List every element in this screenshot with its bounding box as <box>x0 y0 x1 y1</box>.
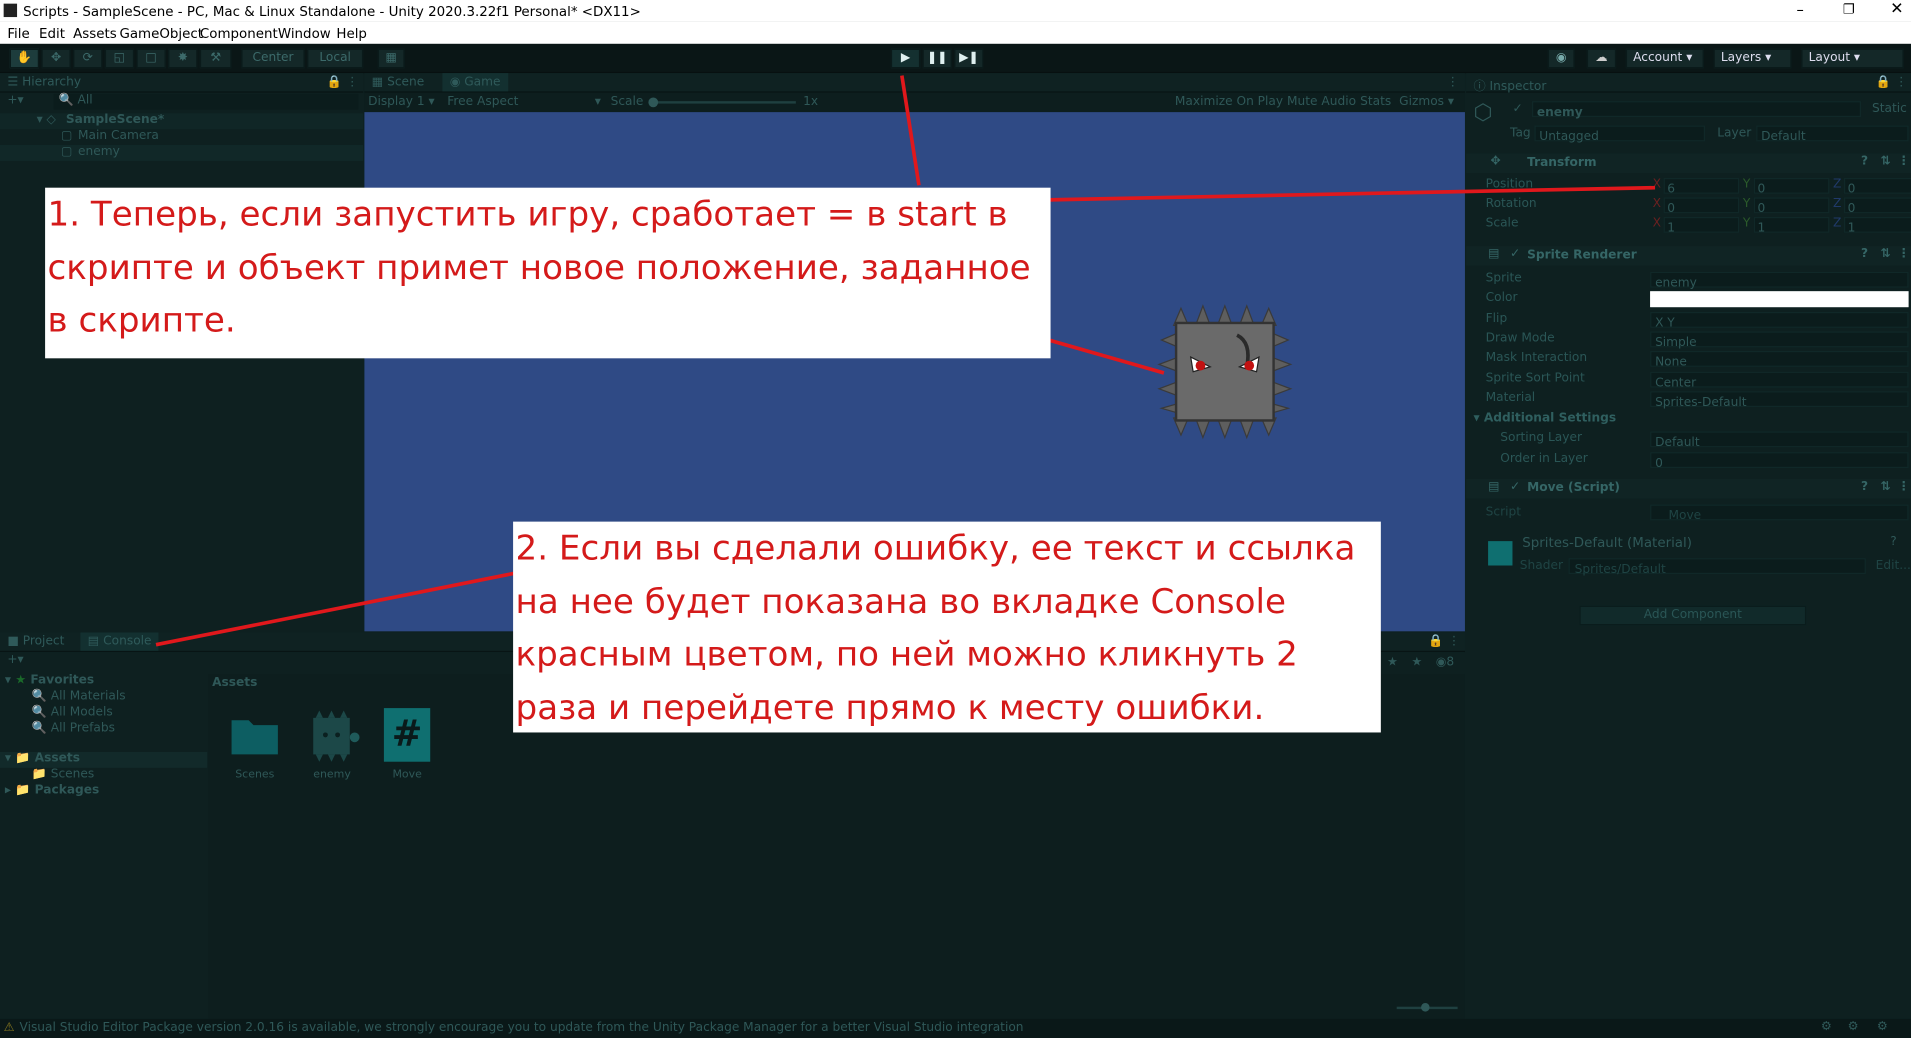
callout-line: в скрипте. <box>47 299 236 341</box>
annotation-line-position <box>1048 185 1656 202</box>
unity-editor: Scripts - SampleScene - PC, Mac & Linux … <box>0 0 1911 1038</box>
callout-line: раза и перейдете прямо к месту ошибки. <box>515 686 1265 727</box>
annotation-lines <box>155 75 1656 647</box>
callout-line: 1. Теперь, если запустить игру, сработае… <box>47 193 1008 234</box>
callout-line: скрипте и объект примет новое положение,… <box>47 246 1031 288</box>
callout-line: 2. Если вы сделали ошибку, ее текст и сс… <box>515 527 1356 568</box>
callout-play-result: 1. Теперь, если запустить игру, сработае… <box>45 187 1051 359</box>
annotation-line-console <box>155 571 518 647</box>
annotation-line-play <box>900 75 921 186</box>
callout-console-errors: 2. Если вы сделали ошибку, ее текст и сс… <box>513 521 1381 733</box>
callout-line: красным цветом, по ней можно кликнуть 2 <box>515 633 1298 674</box>
callout-line: на нее будет показана во вкладке Console <box>515 580 1286 621</box>
